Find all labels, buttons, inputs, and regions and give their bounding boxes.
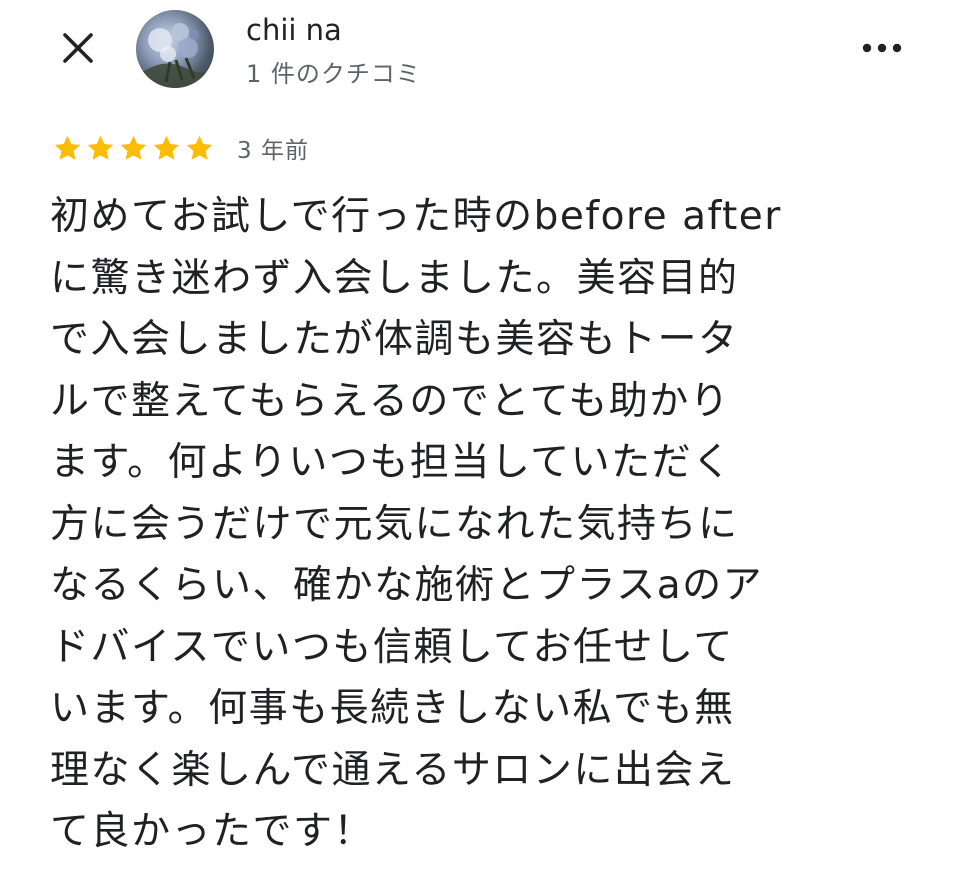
more-horizontal-icon — [862, 43, 902, 53]
star-icon — [54, 135, 81, 160]
user-name[interactable]: chii na — [246, 13, 342, 47]
avatar-image — [136, 23, 214, 88]
star-rating — [52, 133, 215, 164]
star-icon — [153, 135, 180, 160]
review-line: 方に会うだけで元気になれた気持ちに — [50, 501, 739, 547]
review-text: 初めてお試しで行った時のbefore after に驚き迷わず入会しました。美容目… — [50, 186, 910, 863]
rating-row: 3 年前 — [52, 130, 309, 166]
more-options-button[interactable] — [858, 30, 906, 66]
review-line: ます。何よりいつも担当していただく — [50, 440, 733, 485]
review-count: 1 件のクチコミ — [246, 60, 421, 88]
star-icon — [87, 135, 114, 160]
review-line: 初めてお試しで行った時のbefore after — [50, 194, 782, 239]
review-line: て良かったです！ — [50, 809, 375, 854]
review-line: なるくらい、確かな施術とプラスaのア — [50, 563, 764, 608]
avatar[interactable] — [136, 10, 214, 88]
star-icon — [120, 135, 147, 160]
review-line: ルで整えてもらえるのでとても助かり — [50, 378, 731, 424]
review-line: 理なく楽しんで通えるサロンに出会え — [50, 747, 736, 793]
review-line: います。何事も長続きしない私でも無 — [50, 686, 735, 731]
review-line: に驚き迷わず入会しました。美容目的 — [50, 255, 739, 301]
review-date: 3 年前 — [237, 138, 309, 164]
close-button[interactable] — [56, 26, 100, 70]
review-line: ドバイスでいつも信頼してお任せして — [50, 624, 734, 670]
close-icon — [63, 33, 93, 63]
review-line: で入会しましたが体調も美容もトータ — [50, 317, 739, 362]
star-icon — [186, 135, 213, 160]
